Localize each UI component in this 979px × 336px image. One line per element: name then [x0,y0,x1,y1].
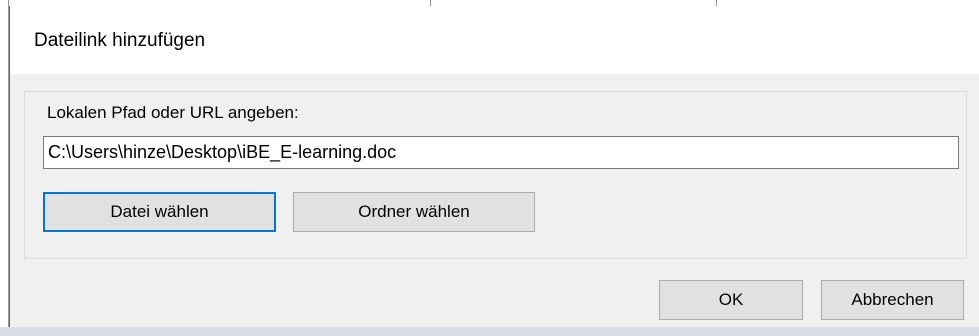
ok-button[interactable]: OK [659,280,803,320]
cancel-button[interactable]: Abbrechen [821,280,964,320]
choose-file-button[interactable]: Datei wählen [43,192,276,232]
path-input[interactable] [43,136,959,169]
dialog-title-bar[interactable]: Dateilink hinzufügen [10,6,979,74]
choose-folder-button[interactable]: Ordner wählen [293,192,535,232]
background-window-strip [0,327,979,336]
screen: Dateilink hinzufügen Lokalen Pfad oder U… [0,0,979,336]
path-label: Lokalen Pfad oder URL angeben: [47,103,299,122]
dialog-title: Dateilink hinzufügen [34,30,206,51]
path-group: Lokalen Pfad oder URL angeben: Datei wäh… [24,91,967,259]
add-file-link-dialog: Dateilink hinzufügen Lokalen Pfad oder U… [9,6,979,327]
